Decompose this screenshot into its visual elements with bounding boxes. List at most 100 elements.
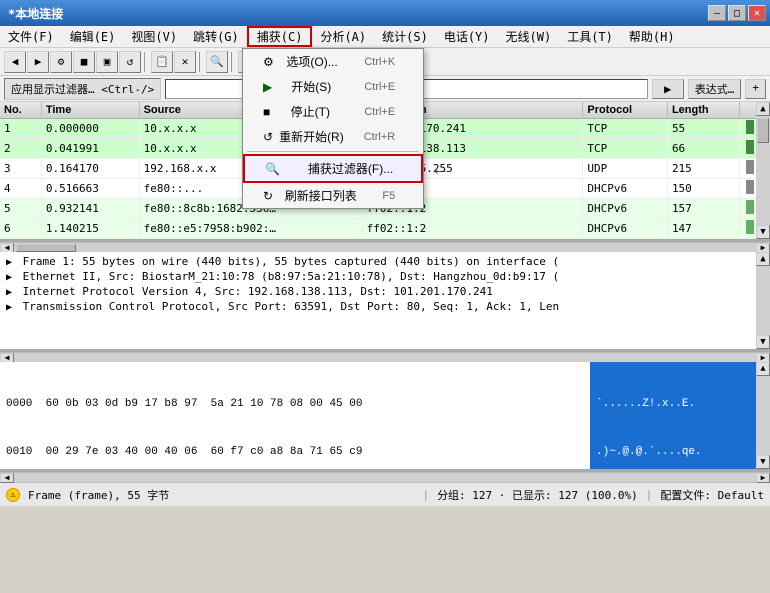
toolbar-btn-3[interactable]: ⚙ bbox=[50, 51, 72, 73]
cell-proto: UDP bbox=[583, 239, 668, 243]
cell-proto: DHCPv6 bbox=[583, 179, 668, 199]
status-frame-info: Frame (frame), 55 字节 bbox=[28, 487, 414, 503]
hex-hscroll[interactable]: ◀ ▶ bbox=[0, 472, 770, 482]
col-len[interactable]: Length bbox=[667, 102, 739, 119]
hex-ascii-1: .)~.@.@.`....qe. bbox=[596, 444, 764, 460]
filter-label[interactable]: 应用显示过滤器… <Ctrl-/> bbox=[4, 78, 161, 100]
scroll-thumb[interactable] bbox=[757, 118, 769, 143]
capture-menu-restart[interactable]: ↺ 重新开始(R) Ctrl+R bbox=[243, 124, 423, 149]
detail-text-ip: Internet Protocol Version 4, Src: 192.16… bbox=[23, 285, 493, 298]
col-no[interactable]: No. bbox=[0, 102, 41, 119]
cell-len: 150 bbox=[667, 179, 739, 199]
scroll-up[interactable]: ▲ bbox=[756, 102, 770, 116]
stop-label: 停止(T) bbox=[291, 103, 330, 120]
menu-tools[interactable]: 工具(T) bbox=[559, 26, 621, 47]
hscroll-right[interactable]: ▶ bbox=[756, 243, 770, 253]
capture-menu-options[interactable]: ⚙ 选项(O)... Ctrl+K bbox=[243, 49, 423, 74]
toolbar-btn-5[interactable]: ▣ bbox=[96, 51, 118, 73]
filters-label: 捕获过滤器(F)... bbox=[308, 160, 393, 177]
cell-bar bbox=[740, 239, 770, 243]
toolbar-btn-8[interactable]: ✕ bbox=[174, 51, 196, 73]
hex-scrollbar[interactable]: ▲ ▼ bbox=[756, 362, 770, 469]
detail-text-tcp: Transmission Control Protocol, Src Port:… bbox=[23, 300, 559, 313]
cell-no: 2 bbox=[0, 139, 41, 159]
capture-menu-refresh[interactable]: ↻ 刷新接口列表 F5 bbox=[243, 183, 423, 208]
capture-menu-start[interactable]: ▶ 开始(S) Ctrl+E bbox=[243, 74, 423, 99]
stop-shortcut: Ctrl+E bbox=[364, 106, 395, 118]
detail-scrollbar[interactable]: ▲ ▼ bbox=[756, 252, 770, 349]
cell-len: 55 bbox=[667, 119, 739, 139]
capture-menu-stop[interactable]: ■ 停止(T) Ctrl+E bbox=[243, 99, 423, 124]
hex-scroll-up[interactable]: ▲ bbox=[756, 362, 770, 376]
hex-view: 0000 60 0b 03 0d b9 17 b8 97 5a 21 10 78… bbox=[0, 362, 770, 472]
packet-list-scrollbar[interactable]: ▲ ▼ bbox=[756, 102, 770, 239]
window-controls: — □ ✕ bbox=[708, 5, 766, 21]
menu-capture[interactable]: 捕获(C) bbox=[247, 26, 313, 47]
cell-dst: ff02::1:2 bbox=[362, 219, 583, 239]
col-time[interactable]: Time bbox=[41, 102, 139, 119]
status-icon: ⚠ bbox=[6, 488, 20, 502]
menu-help[interactable]: 帮助(H) bbox=[621, 26, 683, 47]
maximize-button[interactable]: □ bbox=[728, 5, 746, 21]
menu-edit[interactable]: 编辑(E) bbox=[62, 26, 124, 47]
menu-view[interactable]: 视图(V) bbox=[123, 26, 185, 47]
hex-hscroll-left[interactable]: ◀ bbox=[0, 473, 14, 483]
toolbar-sep-2 bbox=[199, 52, 203, 72]
detail-hscroll[interactable]: ◀ ▶ bbox=[0, 352, 770, 362]
detail-scroll-down[interactable]: ▼ bbox=[756, 335, 770, 349]
detail-row-ethernet[interactable]: ▶ Ethernet II, Src: BiostarM_21:10:78 (b… bbox=[0, 269, 770, 284]
detail-row-tcp[interactable]: ▶ Transmission Control Protocol, Src Por… bbox=[0, 299, 770, 314]
detail-row-frame[interactable]: ▶ Frame 1: 55 bytes on wire (440 bits), … bbox=[0, 254, 770, 269]
cell-no: 4 bbox=[0, 179, 41, 199]
packet-list-hscroll[interactable]: ◀ ▶ bbox=[0, 242, 770, 252]
table-row[interactable]: 7 1.286104 192.168.138.112 192.60.56.176… bbox=[0, 239, 770, 243]
menu-jump[interactable]: 跳转(G) bbox=[185, 26, 247, 47]
toolbar-btn-1[interactable]: ◀ bbox=[4, 51, 26, 73]
filter-arrow[interactable]: ▶ bbox=[652, 79, 684, 99]
hscroll-track bbox=[14, 244, 756, 252]
expand-icon: ▶ bbox=[6, 272, 12, 283]
expand-icon: ▶ bbox=[6, 302, 12, 313]
title-bar: *本地连接 — □ ✕ bbox=[0, 0, 770, 26]
toolbar-btn-6[interactable]: ↺ bbox=[119, 51, 141, 73]
toolbar-btn-7[interactable]: 📋 bbox=[151, 51, 173, 73]
col-proto[interactable]: Protocol bbox=[583, 102, 668, 119]
detail-row-ip[interactable]: ▶ Internet Protocol Version 4, Src: 192.… bbox=[0, 284, 770, 299]
start-shortcut: Ctrl+E bbox=[364, 81, 395, 93]
stop-icon: ■ bbox=[263, 105, 270, 119]
cell-time: 0.041991 bbox=[41, 139, 139, 159]
hex-line-1: 0010 00 29 7e 03 40 00 40 06 60 f7 c0 a8… bbox=[6, 444, 584, 460]
toolbar-btn-9[interactable]: 🔍 bbox=[206, 51, 228, 73]
hscroll-left[interactable]: ◀ bbox=[0, 243, 14, 253]
toolbar-btn-4[interactable]: ■ bbox=[73, 51, 95, 73]
minimize-button[interactable]: — bbox=[708, 5, 726, 21]
capture-menu-filters[interactable]: 🔍 捕获过滤器(F)... ← bbox=[243, 154, 423, 183]
cell-no: 3 bbox=[0, 159, 41, 179]
menu-analyze[interactable]: 分析(A) bbox=[312, 26, 374, 47]
start-label: 开始(S) bbox=[291, 78, 331, 95]
table-row[interactable]: 6 1.140215 fe80::e5:7958:b902:… ff02::1:… bbox=[0, 219, 770, 239]
toolbar-sep-1 bbox=[144, 52, 148, 72]
hscroll-thumb[interactable] bbox=[16, 244, 76, 252]
menu-stats[interactable]: 统计(S) bbox=[374, 26, 436, 47]
cell-no: 5 bbox=[0, 199, 41, 219]
detail-hscroll-right[interactable]: ▶ bbox=[756, 353, 770, 363]
cell-src: 192.168.138.112 bbox=[139, 239, 362, 243]
detail-hscroll-left[interactable]: ◀ bbox=[0, 353, 14, 363]
menu-file[interactable]: 文件(F) bbox=[0, 26, 62, 47]
menu-wireless[interactable]: 无线(W) bbox=[498, 26, 560, 47]
status-bar: ⚠ Frame (frame), 55 字节 | 分组: 127 · 已显示: … bbox=[0, 482, 770, 506]
hex-ascii-0: `......Z!.x..E. bbox=[596, 396, 764, 412]
cell-len: 112 bbox=[667, 239, 739, 243]
scroll-down[interactable]: ▼ bbox=[756, 225, 770, 239]
cell-len: 157 bbox=[667, 199, 739, 219]
close-button[interactable]: ✕ bbox=[748, 5, 766, 21]
hex-scroll-down[interactable]: ▼ bbox=[756, 455, 770, 469]
detail-scroll-up[interactable]: ▲ bbox=[756, 252, 770, 266]
expression-button[interactable]: 表达式… bbox=[688, 79, 742, 99]
options-shortcut: Ctrl+K bbox=[364, 56, 395, 68]
toolbar-btn-2[interactable]: ▶ bbox=[27, 51, 49, 73]
hex-hscroll-right[interactable]: ▶ bbox=[756, 473, 770, 483]
add-filter-button[interactable]: + bbox=[745, 79, 766, 99]
menu-phone[interactable]: 电话(Y) bbox=[436, 26, 498, 47]
